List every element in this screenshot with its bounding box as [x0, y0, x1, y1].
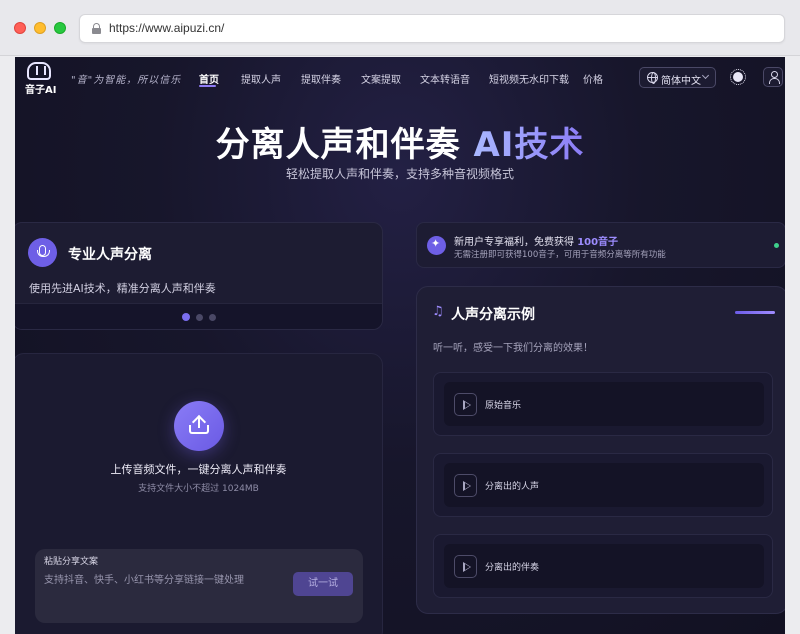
play-button[interactable]	[454, 393, 477, 416]
status-dot	[774, 243, 779, 248]
example-label: 原始音乐	[485, 401, 522, 411]
logo-text: 音子AI	[25, 85, 57, 96]
example-label: 分离出的人声	[485, 482, 540, 492]
top-nav: 音子AI "音"为智能，所以信乐 首页 提取人声 提取伴奏 文案提取 文本转语音…	[15, 57, 785, 99]
promo-headline-text: 新用户专享福利，免费获得	[454, 237, 578, 248]
separation-examples-panel: 人声分离示例 听一听，感受一下我们分离的效果！ 原始音乐 分离出的人声 分离出的…	[416, 286, 785, 614]
example-accompaniment: 分离出的伴奏	[433, 534, 773, 598]
hero-title-accent: AI技术	[473, 125, 585, 165]
logo-mark-icon	[27, 62, 51, 80]
new-user-promo-banner: 新用户专享福利，免费获得 100音子 无需注册即可获得100音子，可用于音频分离…	[416, 222, 785, 268]
language-selector[interactable]: 简体中文	[639, 67, 716, 88]
carousel-dot-1[interactable]	[182, 313, 190, 321]
example-original-music: 原始音乐	[433, 372, 773, 436]
nav-item-copy-extract[interactable]: 文案提取	[361, 71, 401, 86]
address-bar[interactable]: https://www.aipuzi.cn/	[79, 14, 785, 43]
slogan: "音"为智能，所以信乐	[71, 75, 182, 86]
play-button[interactable]	[454, 474, 477, 497]
example-vocals: 分离出的人声	[433, 453, 773, 517]
nav-item-extract-vocals[interactable]: 提取人声	[241, 71, 281, 86]
browser-chrome: https://www.aipuzi.cn/	[0, 0, 800, 56]
close-window-button[interactable]	[14, 22, 26, 34]
hero-title-main: 分离人声和伴奏	[215, 125, 474, 165]
language-label: 简体中文	[661, 76, 701, 87]
nav-item-pricing[interactable]: 价格	[583, 71, 603, 86]
play-button[interactable]	[454, 555, 477, 578]
upload-title: 上传音频文件，一键分离人声和伴奏	[110, 463, 287, 476]
audio-player: 原始音乐	[444, 382, 764, 426]
play-icon	[463, 400, 471, 410]
chevron-down-icon	[701, 71, 710, 80]
hero-subtitle: 轻松提取人声和伴奏，支持多种音视频格式	[285, 167, 514, 181]
globe-icon	[647, 72, 658, 84]
feature-title: 专业人声分离	[68, 247, 152, 263]
promo-icon-badge	[427, 236, 446, 255]
microphone-icon	[36, 245, 50, 257]
nav-item-video-download[interactable]: 短视频无水印下载	[489, 71, 569, 86]
examples-subtitle: 听一听，感受一下我们分离的效果！	[433, 343, 593, 354]
nav-item-text-to-speech[interactable]: 文本转语音	[420, 71, 470, 86]
audio-player: 分离出的伴奏	[444, 544, 764, 588]
maximize-window-button[interactable]	[54, 22, 66, 34]
page: 音子AI "音"为智能，所以信乐 首页 提取人声 提取伴奏 文案提取 文本转语音…	[15, 57, 785, 634]
play-icon	[463, 481, 471, 491]
try-button[interactable]: 试一试	[293, 572, 353, 596]
promo-highlight: 100音子	[577, 237, 619, 248]
upload-button[interactable]	[174, 401, 224, 451]
minimize-window-button[interactable]	[34, 22, 46, 34]
sparkle-icon	[431, 237, 442, 251]
feature-carousel-card: 专业人声分离 使用先进AI技术，精准分离人声和伴奏	[15, 222, 383, 330]
share-link-input[interactable]: 支持抖音、快手、小红书等分享链接一键处理	[44, 571, 244, 586]
carousel-pagination	[15, 303, 382, 329]
audio-player: 分离出的人声	[444, 463, 764, 507]
upload-card[interactable]: 上传音频文件，一键分离人声和伴奏 支持文件大小不超过 1024MB 粘贴分享文案…	[15, 353, 383, 634]
feature-icon-badge	[28, 238, 57, 267]
nav-active-indicator	[199, 85, 216, 87]
feature-description: 使用先进AI技术，精准分离人声和伴奏	[29, 282, 216, 295]
share-label: 粘贴分享文案	[44, 557, 99, 567]
promo-detail: 无需注册即可获得100音子，可用于音频分离等所有功能	[454, 250, 666, 260]
promo-headline: 新用户专享福利，免费获得 100音子	[454, 233, 618, 248]
carousel-dot-3[interactable]	[209, 314, 216, 321]
examples-title: 人声分离示例	[451, 307, 535, 323]
lock-icon	[92, 23, 101, 34]
theme-toggle-sun-icon[interactable]	[730, 69, 746, 85]
title-accent-bar	[735, 311, 775, 314]
logo[interactable]: 音子AI	[23, 61, 69, 96]
url-text: https://www.aipuzi.cn/	[109, 21, 225, 35]
music-note-icon	[432, 304, 444, 319]
example-label: 分离出的伴奏	[485, 563, 540, 573]
share-link-box: 粘贴分享文案 支持抖音、快手、小红书等分享链接一键处理 试一试	[35, 549, 363, 623]
user-icon	[769, 71, 780, 84]
nav-item-home[interactable]: 首页	[199, 71, 219, 86]
upload-icon	[189, 414, 209, 435]
carousel-dot-2[interactable]	[196, 314, 203, 321]
user-account-button[interactable]	[763, 67, 783, 87]
nav-item-extract-accompaniment[interactable]: 提取伴奏	[301, 71, 341, 86]
hero-title: 分离人声和伴奏 AI技术	[15, 117, 785, 166]
upload-hint: 支持文件大小不超过 1024MB	[138, 484, 259, 494]
play-icon	[463, 562, 471, 572]
